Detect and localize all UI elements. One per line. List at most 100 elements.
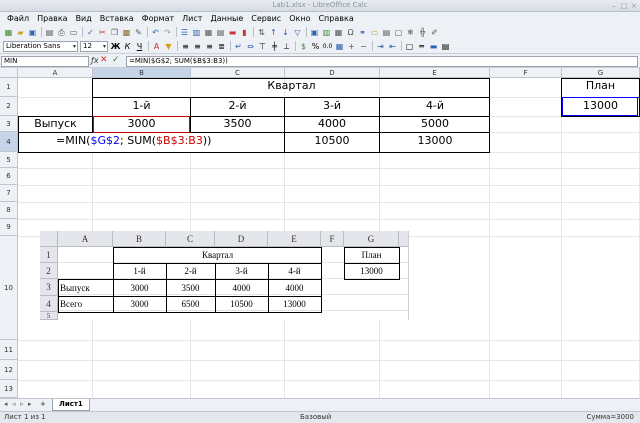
row-header-10[interactable]: 10 xyxy=(0,236,18,340)
currency-icon[interactable]: $ xyxy=(298,41,309,52)
row-header-7[interactable]: 7 xyxy=(0,185,18,202)
copy-icon[interactable]: ❐ xyxy=(109,27,120,38)
sort-descending-icon[interactable]: ↓ xyxy=(280,27,291,38)
rows-icon[interactable]: ☰ xyxy=(179,27,190,38)
insert-rows-icon[interactable]: ▦ xyxy=(203,27,214,38)
align-middle-icon[interactable]: ╪ xyxy=(269,41,280,52)
row-header-3[interactable]: 3 xyxy=(0,116,18,132)
prev-sheet-icon[interactable]: ◃ xyxy=(12,400,16,408)
headers-footers-icon[interactable]: ▤ xyxy=(381,27,392,38)
row-header-1[interactable]: 1 xyxy=(0,78,18,97)
accept-icon[interactable]: ✓ xyxy=(112,55,120,65)
column-header-d[interactable]: D xyxy=(285,68,380,78)
first-sheet-icon[interactable]: ◂ xyxy=(4,400,8,408)
number-format-icon[interactable]: 0.0 xyxy=(322,41,333,52)
borders-icon[interactable]: ▢ xyxy=(404,41,415,52)
hyperlink-icon[interactable]: ⚭ xyxy=(357,27,368,38)
row-header-9[interactable]: 9 xyxy=(0,219,18,236)
columns-icon[interactable]: ▥ xyxy=(191,27,202,38)
cell-c3[interactable]: 3500 xyxy=(191,118,284,130)
column-header-f[interactable]: F xyxy=(490,68,562,78)
row-header-4[interactable]: 4 xyxy=(0,132,18,152)
cell-e2[interactable]: 4-й xyxy=(380,100,490,112)
increase-indent-icon[interactable]: ⇥ xyxy=(375,41,386,52)
name-box[interactable]: MIN xyxy=(1,56,89,67)
font-size-combo[interactable]: 12 ▾ xyxy=(80,40,108,52)
menu-format[interactable]: Формат xyxy=(138,12,178,25)
cell-g1[interactable]: План xyxy=(562,80,639,92)
undo-icon[interactable]: ↶ xyxy=(150,27,161,38)
function-wizard-icon[interactable]: ƒx xyxy=(91,56,99,65)
menu-tools[interactable]: Сервис xyxy=(247,12,285,25)
align-left-icon[interactable]: ≡ xyxy=(180,41,191,52)
row-header-2[interactable]: 2 xyxy=(0,97,18,116)
highlight-icon[interactable]: ▼ xyxy=(163,41,174,52)
export-pdf-icon[interactable]: ▤ xyxy=(44,27,55,38)
define-print-area-icon[interactable]: ▢ xyxy=(393,27,404,38)
chart-icon[interactable]: ▥ xyxy=(321,27,332,38)
conditional-format-icon[interactable]: ▤ xyxy=(440,41,451,52)
spellcheck-icon[interactable]: ✓ xyxy=(85,27,96,38)
bold-icon[interactable]: Ж xyxy=(110,41,121,52)
cell-b3[interactable]: 3000 xyxy=(93,118,190,130)
autofilter-icon[interactable]: ▽ xyxy=(292,27,303,38)
print-icon[interactable]: ⎙ xyxy=(56,27,67,38)
menu-view[interactable]: Вид xyxy=(72,12,96,25)
cell-b4-formula[interactable]: =MIN($G$2; SUM($B$3:B3)) xyxy=(56,135,211,147)
print-preview-icon[interactable]: ▭ xyxy=(68,27,79,38)
delete-columns-icon[interactable]: ▮ xyxy=(239,27,250,38)
row-header-5[interactable]: 5 xyxy=(0,152,18,168)
column-header-a[interactable]: A xyxy=(18,68,93,78)
cell-e3[interactable]: 5000 xyxy=(380,118,490,130)
border-style-icon[interactable]: ═ xyxy=(416,41,427,52)
special-character-icon[interactable]: Ω xyxy=(345,27,356,38)
row-header-13[interactable]: 13 xyxy=(0,380,18,398)
cell-d2[interactable]: 3-й xyxy=(285,100,379,112)
justify-icon[interactable]: ≣ xyxy=(216,41,227,52)
menu-window[interactable]: Окно xyxy=(285,12,314,25)
sort-ascending-icon[interactable]: ↑ xyxy=(268,27,279,38)
cell-g2[interactable]: 13000 xyxy=(562,100,639,112)
menu-help[interactable]: Справка xyxy=(314,12,357,25)
cell-e4[interactable]: 13000 xyxy=(380,135,490,147)
menu-sheet[interactable]: Лист xyxy=(178,12,206,25)
font-name-combo[interactable]: Liberation Sans ▾ xyxy=(3,40,78,52)
percent-icon[interactable]: % xyxy=(310,41,321,52)
new-icon[interactable]: ▦ xyxy=(3,27,14,38)
open-icon[interactable]: ▰ xyxy=(15,27,26,38)
insert-columns-icon[interactable]: ▤ xyxy=(215,27,226,38)
sort-icon[interactable]: ⇅ xyxy=(256,27,267,38)
border-color-icon[interactable]: ▬ xyxy=(428,41,439,52)
comment-icon[interactable]: ▭ xyxy=(369,27,380,38)
wrap-text-icon[interactable]: ↵ xyxy=(233,41,244,52)
cell-d4[interactable]: 10500 xyxy=(285,135,379,147)
delete-decimal-icon[interactable]: − xyxy=(358,41,369,52)
italic-icon[interactable]: К xyxy=(122,41,133,52)
menu-insert[interactable]: Вставка xyxy=(96,12,138,25)
menu-edit[interactable]: Правка xyxy=(33,12,71,25)
maximize-icon[interactable]: □ xyxy=(620,2,628,10)
split-window-icon[interactable]: ╬ xyxy=(417,27,428,38)
row-header-8[interactable]: 8 xyxy=(0,202,18,219)
column-header-g[interactable]: G xyxy=(562,68,640,78)
add-decimal-icon[interactable]: + xyxy=(346,41,357,52)
date-format-icon[interactable]: ▦ xyxy=(334,41,345,52)
image-icon[interactable]: ▣ xyxy=(309,27,320,38)
column-header-b[interactable]: B xyxy=(93,68,191,78)
next-sheet-icon[interactable]: ▹ xyxy=(20,400,24,408)
merge-center-icon[interactable]: ⇔ xyxy=(245,41,256,52)
sheet-tab-1[interactable]: Лист1 xyxy=(52,399,90,411)
row-header-6[interactable]: 6 xyxy=(0,168,18,185)
pivot-table-icon[interactable]: ▦ xyxy=(333,27,344,38)
freeze-icon[interactable]: ❄ xyxy=(405,27,416,38)
align-center-icon[interactable]: ≡ xyxy=(192,41,203,52)
cell-b1[interactable]: Квартал xyxy=(93,80,490,92)
select-all-corner[interactable] xyxy=(0,68,18,78)
align-bottom-icon[interactable]: ⊥ xyxy=(281,41,292,52)
align-right-icon[interactable]: ≡ xyxy=(204,41,215,52)
redo-icon[interactable]: ↷ xyxy=(162,27,173,38)
cut-icon[interactable]: ✂ xyxy=(97,27,108,38)
cell-a3[interactable]: Выпуск xyxy=(19,118,92,130)
save-icon[interactable]: ▣ xyxy=(27,27,38,38)
embedded-image[interactable]: A B C D E F G 1 2 3 4 5 Квартал 1-й 2-й … xyxy=(40,231,409,320)
